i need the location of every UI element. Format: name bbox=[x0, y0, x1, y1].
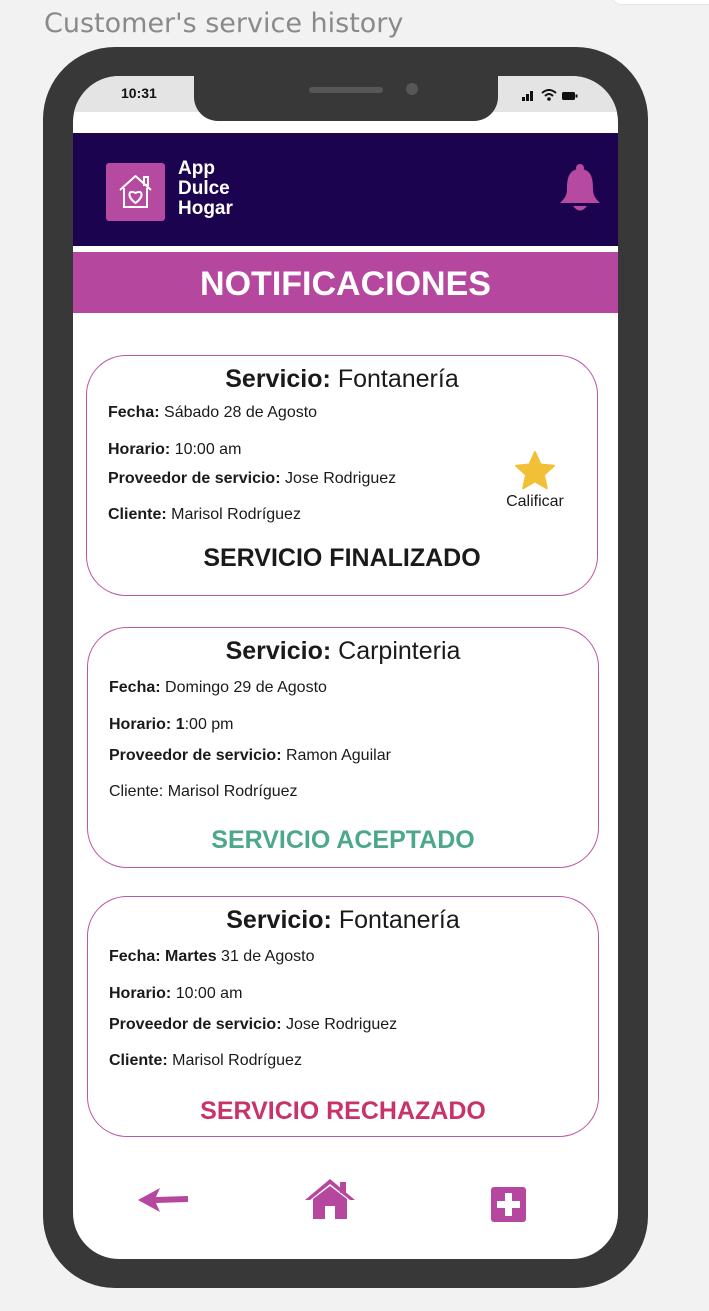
time-field: Horario: 1:00 pm bbox=[109, 716, 234, 734]
provider-label: Proveedor de servicio: bbox=[108, 470, 281, 487]
time-value-hour: 1 bbox=[175, 716, 185, 733]
client-label: Cliente: bbox=[108, 506, 167, 523]
time-value: 10:00 am bbox=[175, 985, 243, 1002]
service-label: Servicio: bbox=[226, 906, 332, 934]
phone-frame: 10:31 App Dulce Hogar NOTIFICACIONES Ser… bbox=[43, 47, 648, 1288]
client-field: Cliente: Marisol Rodríguez bbox=[108, 506, 301, 524]
top-tab-decoration bbox=[612, 0, 709, 4]
date-field: Fecha: Sábado 28 de Agosto bbox=[108, 404, 317, 422]
bell-icon[interactable] bbox=[557, 163, 603, 218]
rate-label: Calificar bbox=[506, 493, 564, 510]
star-icon bbox=[515, 451, 555, 490]
service-card-1[interactable]: Servicio: Fontanería Fecha: Sábado 28 de… bbox=[86, 355, 598, 596]
date-label: Fecha: Martes bbox=[109, 948, 217, 965]
battery-icon bbox=[562, 92, 578, 100]
app-name-line3: Hogar bbox=[178, 198, 233, 219]
service-name: Fontanería bbox=[337, 365, 459, 393]
camera-notch bbox=[194, 76, 498, 121]
date-value: Domingo 29 de Agosto bbox=[165, 679, 327, 696]
speaker bbox=[309, 87, 383, 93]
date-value: Sábado 28 de Agosto bbox=[164, 404, 318, 421]
provider-value: Jose Rodriguez bbox=[285, 1016, 398, 1033]
provider-label: Proveedor de servicio: bbox=[109, 1016, 282, 1033]
time-label: Horario: bbox=[108, 441, 171, 458]
time-field: Horario: 10:00 am bbox=[108, 441, 241, 459]
provider-value: Jose Rodriguez bbox=[284, 470, 397, 487]
service-card-2[interactable]: Servicio: Carpinteria Fecha: Domingo 29 … bbox=[87, 627, 599, 868]
front-camera bbox=[406, 83, 418, 95]
provider-value: Ramon Aguilar bbox=[285, 747, 391, 764]
service-name: Carpinteria bbox=[338, 637, 461, 665]
status-accepted: SERVICIO ACEPTADO bbox=[211, 826, 475, 854]
phone-screen: 10:31 App Dulce Hogar NOTIFICACIONES Ser… bbox=[73, 76, 618, 1259]
date-label: Fecha: bbox=[109, 679, 161, 696]
date-field: Fecha: Domingo 29 de Agosto bbox=[109, 679, 327, 697]
app-name-line1: App bbox=[178, 158, 215, 179]
app-name-line2: Dulce bbox=[178, 178, 230, 199]
time-field: Horario: 10:00 am bbox=[109, 985, 242, 1003]
rate-button[interactable]: Calificar bbox=[500, 450, 570, 511]
date-value: 31 de Agosto bbox=[221, 948, 315, 965]
time-label: Horario: bbox=[109, 716, 172, 733]
service-label: Servicio: bbox=[225, 637, 332, 665]
client-field: Cliente: Marisol Rodríguez bbox=[109, 783, 298, 800]
service-name: Fontanería bbox=[338, 906, 460, 934]
time-value: 10:00 am bbox=[174, 441, 242, 458]
back-arrow-icon[interactable] bbox=[136, 1187, 190, 1218]
client-field: Cliente: Marisol Rodríguez bbox=[109, 1052, 302, 1070]
home-icon[interactable] bbox=[304, 1178, 356, 1225]
date-label: Fecha: bbox=[108, 404, 160, 421]
card-service-title: Servicio: Carpinteria bbox=[88, 637, 598, 666]
service-card-3[interactable]: Servicio: Fontanería Fecha: Martes 31 de… bbox=[87, 896, 599, 1137]
date-field: Fecha: Martes 31 de Agosto bbox=[109, 948, 314, 966]
status-icons bbox=[522, 87, 578, 101]
card-service-title: Servicio: Fontanería bbox=[88, 906, 598, 935]
signal-icon bbox=[522, 91, 533, 101]
app-header: App Dulce Hogar bbox=[73, 133, 618, 246]
add-icon[interactable] bbox=[491, 1187, 526, 1227]
provider-field: Proveedor de servicio: Ramon Aguilar bbox=[109, 747, 391, 765]
provider-field: Proveedor de servicio: Jose Rodriguez bbox=[108, 470, 396, 488]
page-caption: Customer's service history bbox=[44, 8, 404, 39]
status-finalized: SERVICIO FINALIZADO bbox=[203, 544, 481, 572]
client-value: Marisol Rodríguez bbox=[171, 506, 301, 523]
status-rejected: SERVICIO RECHAZADO bbox=[200, 1097, 486, 1125]
client-value: Marisol Rodríguez bbox=[172, 1052, 302, 1069]
wifi-icon bbox=[541, 89, 557, 101]
house-heart-icon bbox=[106, 163, 165, 221]
time-value-rest: :00 pm bbox=[184, 716, 234, 733]
app-name: App Dulce Hogar bbox=[178, 159, 233, 219]
service-label: Servicio: bbox=[225, 365, 331, 393]
card-service-title: Servicio: Fontanería bbox=[87, 365, 597, 394]
provider-label: Proveedor de servicio: bbox=[109, 747, 282, 764]
client-label: Cliente: bbox=[109, 1052, 168, 1069]
time-label: Horario: bbox=[109, 985, 172, 1002]
status-time: 10:31 bbox=[121, 85, 157, 101]
page-title: NOTIFICACIONES bbox=[73, 252, 618, 313]
provider-field: Proveedor de servicio: Jose Rodriguez bbox=[109, 1016, 397, 1034]
